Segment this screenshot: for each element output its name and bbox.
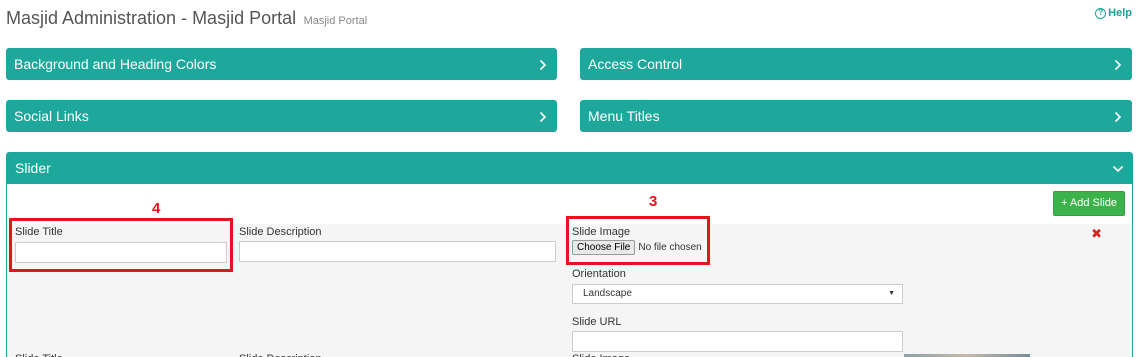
add-slide-button[interactable]: + Add Slide [1053,191,1125,216]
chevron-right-icon [1114,100,1122,132]
next-slide-title-label: Slide Title [15,353,63,357]
slide-description-input[interactable] [239,241,556,262]
page-header: Masjid Administration - Masjid Portal Ma… [6,8,367,29]
orientation-value: Landscape [583,288,632,299]
annotation-number-3: 3 [649,193,658,210]
panel-label: Social Links [14,108,89,124]
slide-description-label: Slide Description [239,226,322,238]
help-link[interactable]: ? Help [1095,7,1132,19]
panel-access-control[interactable]: Access Control [580,48,1132,80]
panel-label: Background and Heading Colors [14,56,217,72]
next-slide-image-label: Slide Image [572,353,630,357]
panel-label: Slider [15,160,51,176]
panel-background-colors[interactable]: Background and Heading Colors [6,48,557,80]
orientation-label: Orientation [572,268,626,280]
panel-social-links[interactable]: Social Links [6,100,557,132]
annotation-box-4 [9,218,233,272]
help-label: Help [1108,7,1132,19]
dropdown-arrow-icon: ▼ [888,290,895,297]
panel-menu-titles[interactable]: Menu Titles [580,100,1132,132]
orientation-select[interactable]: Landscape ▼ [572,284,903,304]
slide-url-input[interactable] [572,331,903,352]
page-title: Masjid Administration - Masjid Portal [6,8,297,28]
annotation-number-4: 4 [152,200,161,217]
chevron-right-icon [539,48,547,80]
slider-panel-header[interactable]: Slider [7,153,1132,184]
panel-label: Menu Titles [588,108,660,124]
annotation-box-3 [566,216,710,265]
chevron-right-icon [1114,48,1122,80]
help-icon: ? [1095,7,1107,19]
page-subtitle: Masjid Portal [303,15,368,27]
slide-url-label: Slide URL [572,316,622,328]
close-icon[interactable]: ✖ [1091,226,1102,242]
next-slide-description-label: Slide Description [239,353,322,357]
chevron-down-icon [1112,153,1124,184]
panel-label: Access Control [588,56,683,72]
chevron-right-icon [539,100,547,132]
